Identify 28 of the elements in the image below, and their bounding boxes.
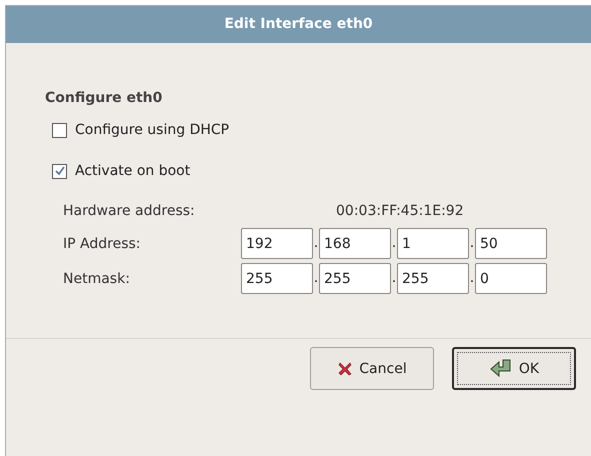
separator-dot: . [391, 234, 397, 253]
separator-dot: . [391, 269, 397, 288]
input-field[interactable]: 0 [475, 263, 547, 294]
cross-icon [337, 360, 354, 376]
checkbox-label[interactable]: Activate on boot [75, 163, 190, 179]
ok-button[interactable]: OK [452, 347, 576, 390]
checkbox[interactable] [52, 164, 67, 178]
input-field[interactable]: 50 [475, 228, 547, 259]
field-label: Netmask: [63, 270, 131, 286]
checkbox-label[interactable]: Configure using DHCP [75, 122, 230, 138]
return-arrow-icon [488, 358, 513, 378]
field-label: IP Address: [63, 236, 142, 252]
input-field[interactable]: 192 [241, 228, 313, 259]
input-field[interactable]: 168 [319, 228, 391, 259]
input-field[interactable]: 255 [241, 263, 313, 294]
input-field[interactable]: 255 [397, 263, 469, 294]
input-field[interactable]: 255 [319, 263, 391, 294]
separator-dot: . [313, 234, 319, 253]
field-label: Hardware address: [63, 203, 196, 219]
separator-dot: . [313, 269, 319, 288]
cancel-button[interactable]: Cancel [310, 347, 434, 390]
hardware-address: 00:03:FF:45:1E:92 [336, 202, 465, 221]
checkbox[interactable] [52, 122, 67, 138]
separator-dot: . [469, 269, 475, 288]
window-title: Edit Interface eth0 [6, 6, 591, 43]
input-field[interactable]: 1 [397, 228, 469, 259]
section-title: Configure eth0 [45, 90, 164, 106]
separator-dot: . [469, 234, 475, 253]
